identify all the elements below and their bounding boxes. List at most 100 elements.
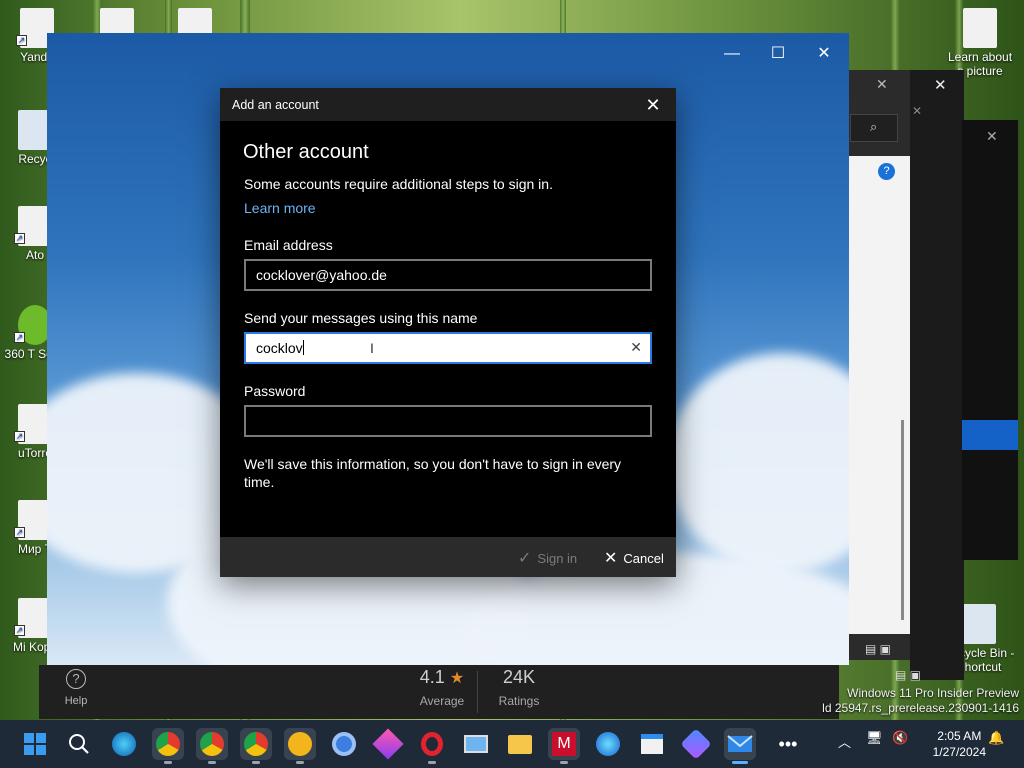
watermark-line1: Windows 11 Pro Insider Preview xyxy=(847,686,1019,700)
recycle-bin-icon xyxy=(962,604,996,644)
dialog-close-button[interactable]: ✕ xyxy=(642,94,664,116)
help-icon: ? xyxy=(66,669,86,689)
close-icon[interactable]: ✕ xyxy=(876,76,888,93)
password-label: Password xyxy=(244,383,306,399)
show-hidden-icons-button[interactable]: ︿ xyxy=(838,732,851,751)
bell-icon: 🔔 xyxy=(988,730,1005,745)
mcafee-icon: M xyxy=(552,732,576,756)
view-toggle[interactable]: ▤ ▣ xyxy=(865,642,905,656)
folder-icon xyxy=(508,734,532,754)
search-button[interactable] xyxy=(63,728,95,760)
chrome-icon xyxy=(156,732,180,756)
sign-in-label: Sign in xyxy=(537,550,578,566)
chromium-icon xyxy=(332,732,356,756)
more-apps-button[interactable]: ••• xyxy=(772,728,804,760)
help-button[interactable]: ? Help xyxy=(59,669,93,707)
clear-icon[interactable]: ✕ xyxy=(630,339,642,356)
scrollbar[interactable] xyxy=(901,420,904,620)
dialog-titlebar: Add an account ✕ xyxy=(220,88,676,121)
cancel-label: Cancel xyxy=(623,550,664,566)
background-window-2[interactable]: ✕ ✕ xyxy=(910,70,964,680)
dialog-subtitle: Some accounts require additional steps t… xyxy=(244,176,553,192)
background-window[interactable]: ✕ ⌕ ? xyxy=(848,70,912,660)
display-name-field[interactable]: cocklov ✕ I xyxy=(244,332,652,364)
save-info-note: We'll save this information, so you don'… xyxy=(244,456,622,490)
mcafee-button[interactable]: M xyxy=(548,728,580,764)
chromium-button[interactable] xyxy=(328,728,360,760)
average-rating: 4.1 ★ Average xyxy=(397,667,487,708)
taskbar: M ••• ︿ 🖥 🔇 2:05 AM 1/27/2024 🔔 xyxy=(0,720,1024,768)
clock[interactable]: 2:05 AM 1/27/2024 xyxy=(933,728,986,760)
windows-watermark: Windows 11 Pro Insider Preview ld 25947.… xyxy=(822,686,1019,716)
desktop-icon-learn-about-picture[interactable]: Learn about s picture xyxy=(940,8,1020,78)
monitor-icon xyxy=(464,735,488,753)
rating-value: 4.1 xyxy=(419,667,445,687)
cancel-button[interactable]: ✕ Cancel xyxy=(604,548,664,568)
edge-beta-icon xyxy=(112,732,136,756)
mail-icon xyxy=(727,735,753,752)
edge-beta-button[interactable] xyxy=(108,728,140,760)
rating-label: Average xyxy=(419,694,465,708)
file-explorer-button[interactable] xyxy=(504,728,536,760)
close-button[interactable]: ✕ xyxy=(801,39,847,69)
store-info-bar: ? Help 4.1 ★ Average 24K Ratings xyxy=(39,665,839,719)
password-field[interactable] xyxy=(244,405,652,437)
clock-date: 1/27/2024 xyxy=(932,745,986,759)
ratings-count-value: 24K xyxy=(502,667,536,687)
add-account-dialog: Add an account ✕ Other account Some acco… xyxy=(220,88,676,577)
email-field[interactable]: cocklover@yahoo.de xyxy=(244,259,652,291)
chrome-canary-icon xyxy=(288,732,312,756)
notifications-button[interactable]: 🔔 xyxy=(988,730,1004,746)
close-icon: ✕ xyxy=(604,550,618,567)
chrome-button[interactable] xyxy=(152,728,184,764)
search-icon: ⌕ xyxy=(870,119,878,134)
close-icon[interactable]: ✕ xyxy=(934,76,947,94)
ellipsis-icon: ••• xyxy=(778,733,798,754)
network-button[interactable]: 🖥 xyxy=(866,730,883,746)
store-button[interactable] xyxy=(636,728,668,760)
display-name-label: Send your messages using this name xyxy=(244,310,478,326)
ratings-count: 24K Ratings xyxy=(479,667,559,708)
gem-icon xyxy=(372,728,404,760)
sign-in-button[interactable]: ✓ Sign in xyxy=(518,548,577,568)
close-icon[interactable]: ✕ xyxy=(986,128,998,145)
volume-muted-icon: 🔇 xyxy=(892,730,909,745)
background-window-3[interactable]: ✕ xyxy=(962,120,1018,560)
edge-dev-icon xyxy=(596,732,620,756)
pink-app-button[interactable] xyxy=(372,728,404,760)
view-toggle[interactable]: ▤ ▣ xyxy=(895,668,935,682)
minimize-button[interactable]: — xyxy=(709,39,755,69)
file-icon xyxy=(963,8,997,48)
chrome-b-button[interactable] xyxy=(196,728,228,764)
chrome-d-button[interactable] xyxy=(240,728,272,764)
checkmark-icon: ✓ xyxy=(518,550,532,567)
help-label: Help xyxy=(64,695,88,707)
chrome-dev-icon xyxy=(244,732,268,756)
help-icon[interactable]: ? xyxy=(878,163,895,180)
mail-button[interactable] xyxy=(724,728,756,764)
copilot-icon xyxy=(680,728,712,760)
store-icon xyxy=(641,734,663,754)
edge-dev-button[interactable] xyxy=(592,728,624,760)
dialog-body: Other account Some accounts require addi… xyxy=(220,121,676,491)
network-icon: 🖥 xyxy=(866,730,883,745)
text-caret xyxy=(302,340,304,355)
copilot-button[interactable] xyxy=(680,728,712,760)
opera-icon xyxy=(421,732,443,756)
maximize-button[interactable]: ☐ xyxy=(755,39,801,69)
display-name-value: cocklov xyxy=(256,340,303,356)
chrome-canary-button[interactable] xyxy=(284,728,316,764)
learn-more-link[interactable]: Learn more xyxy=(244,200,316,216)
email-value: cocklover@yahoo.de xyxy=(256,267,387,283)
chrome-beta-icon xyxy=(200,732,224,756)
opera-button[interactable] xyxy=(416,728,448,764)
volume-button[interactable]: 🔇 xyxy=(892,730,908,746)
watermark-line2: ld 25947.rs_prerelease.230901-1416 xyxy=(822,701,1019,715)
search-icon xyxy=(69,734,89,754)
clock-time: 2:05 AM xyxy=(937,729,982,743)
close-icon[interactable]: ✕ xyxy=(912,104,922,118)
highlight-strip xyxy=(962,420,1018,450)
display-app-button[interactable] xyxy=(460,728,492,760)
ratings-label: Ratings xyxy=(498,694,540,708)
start-button[interactable] xyxy=(19,728,51,760)
